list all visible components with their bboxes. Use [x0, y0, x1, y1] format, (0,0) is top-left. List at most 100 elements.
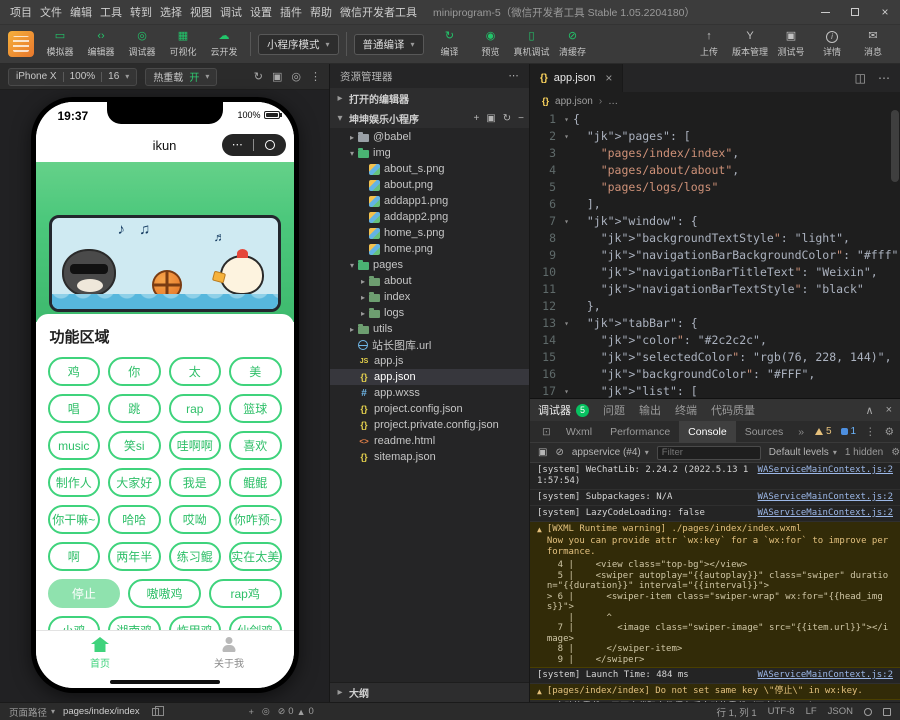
- toolbar-button[interactable]: i详情: [813, 25, 851, 63]
- tab-debugger[interactable]: 调试器 5: [538, 402, 589, 418]
- context-dropdown[interactable]: appservice (#4) ▾: [572, 447, 649, 458]
- app-button[interactable]: 太: [169, 357, 222, 386]
- target-icon[interactable]: ◎: [262, 706, 270, 717]
- menu-item[interactable]: 文件: [36, 4, 66, 20]
- toolbar-button[interactable]: ⊘清缓存: [554, 25, 592, 63]
- menu-item[interactable]: 编辑: [66, 4, 96, 20]
- source-link[interactable]: WAServiceMainContext.js:2: [758, 670, 893, 681]
- menu-item[interactable]: 视图: [186, 4, 216, 20]
- folder-@babel[interactable]: ▸@babel: [330, 129, 529, 145]
- file-readme.html[interactable]: <>readme.html: [330, 433, 529, 449]
- toolbar-button[interactable]: ‹›编辑器: [82, 25, 120, 63]
- app-button[interactable]: 哈哈: [108, 505, 161, 534]
- toolbar-button[interactable]: ↑上传: [690, 25, 728, 63]
- file-project.config.json[interactable]: {}project.config.json: [330, 401, 529, 417]
- log-levels-dropdown[interactable]: Default levels ▾: [769, 447, 837, 458]
- file-app.json[interactable]: {}app.json: [330, 369, 529, 385]
- explorer-more-icon[interactable]: ⋯: [509, 70, 520, 82]
- more-tabs-icon[interactable]: »: [792, 426, 810, 438]
- notifications-icon[interactable]: [864, 708, 872, 716]
- panel-tab[interactable]: 输出: [639, 402, 661, 418]
- project-section[interactable]: ▾ 坤坤娱乐小程序 + ▣ ↻ −: [330, 108, 529, 128]
- console-settings-icon[interactable]: ⚙: [891, 447, 900, 458]
- new-file-icon[interactable]: +: [473, 113, 479, 124]
- split-editor-icon[interactable]: ◫: [855, 71, 866, 85]
- app-button[interactable]: 湖南鸡: [108, 616, 161, 630]
- minimize-button[interactable]: [810, 0, 840, 24]
- rotate-icon[interactable]: ↻: [254, 70, 263, 83]
- inspect-icon[interactable]: ⊡: [536, 426, 557, 438]
- statusbar-item[interactable]: 行 1, 列 1: [717, 705, 757, 719]
- folder-utils[interactable]: ▸utils: [330, 321, 529, 337]
- user-avatar[interactable]: [8, 31, 34, 57]
- folder-pages[interactable]: ▾pages: [330, 257, 529, 273]
- panel-tab[interactable]: 问题: [603, 402, 625, 418]
- collapse-folders-icon[interactable]: −: [518, 113, 524, 124]
- more-options-icon[interactable]: ⋮: [310, 70, 321, 83]
- file-home.png[interactable]: home.png: [330, 241, 529, 257]
- copy-path-icon[interactable]: [152, 708, 159, 716]
- tabbar-item[interactable]: 关于我: [165, 631, 294, 676]
- breadcrumb[interactable]: {} app.json › …: [530, 92, 900, 110]
- app-button[interactable]: 你干嘛~: [48, 505, 101, 534]
- app-button[interactable]: 啊: [48, 542, 101, 571]
- devtools-tab-wxml[interactable]: Wxml: [557, 421, 601, 443]
- toolbar-button[interactable]: ▭模拟器: [41, 25, 79, 63]
- source-link[interactable]: WAServiceMainContext.js:2: [758, 465, 893, 476]
- toolbar-button[interactable]: Y版本管理: [731, 25, 769, 63]
- file-about_s.png[interactable]: about_s.png: [330, 161, 529, 177]
- app-button[interactable]: rap: [169, 394, 222, 423]
- folder-logs[interactable]: ▸logs: [330, 305, 529, 321]
- compile-mode-dropdown[interactable]: 普通编译 ▾: [354, 34, 424, 55]
- panel-tab[interactable]: 终端: [675, 402, 697, 418]
- devtools-tab-performance[interactable]: Performance: [601, 421, 679, 443]
- file-app.js[interactable]: JSapp.js: [330, 353, 529, 369]
- file-app.wxss[interactable]: #app.wxss: [330, 385, 529, 401]
- settings-gear-icon[interactable]: ⚙: [885, 426, 894, 438]
- kebab-menu-icon[interactable]: ⋮: [865, 426, 876, 438]
- more-icon[interactable]: ⋯: [222, 140, 254, 150]
- menu-item[interactable]: 帮助: [306, 4, 336, 20]
- menu-item[interactable]: 项目: [6, 4, 36, 20]
- app-button[interactable]: 停止: [48, 579, 121, 608]
- app-button[interactable]: 炸甲鸡: [169, 616, 222, 630]
- app-button[interactable]: 美: [229, 357, 282, 386]
- statusbar-item[interactable]: UTF-8: [768, 706, 795, 717]
- outline-section[interactable]: ▸ 大纲: [330, 682, 529, 702]
- console-sidebar-icon[interactable]: ▣: [538, 447, 547, 458]
- app-button[interactable]: 喜欢: [229, 431, 282, 460]
- statusbar-item[interactable]: LF: [806, 706, 817, 717]
- open-editors-section[interactable]: ▸ 打开的编辑器: [330, 88, 529, 108]
- clear-console-icon[interactable]: ⊘: [555, 447, 563, 458]
- folder-img[interactable]: ▾img: [330, 145, 529, 161]
- screenshot-icon[interactable]: ▣: [272, 70, 282, 83]
- toolbar-button[interactable]: ◎调试器: [123, 25, 161, 63]
- toolbar-button[interactable]: ▯真机调试: [513, 25, 551, 63]
- menu-item[interactable]: 工具: [96, 4, 126, 20]
- hot-reload-toggle[interactable]: 热重载 开 ▾: [145, 68, 217, 86]
- app-button[interactable]: 哎呦: [169, 505, 222, 534]
- location-icon[interactable]: ◎: [291, 70, 301, 83]
- app-button[interactable]: 笑si: [108, 431, 161, 460]
- app-button[interactable]: 跳: [108, 394, 161, 423]
- toolbar-button[interactable]: ▣测试号: [772, 25, 810, 63]
- maximize-button[interactable]: [840, 0, 870, 24]
- app-button[interactable]: music: [48, 431, 101, 460]
- layout-icon[interactable]: [883, 708, 891, 716]
- exit-icon[interactable]: [254, 140, 286, 150]
- statusbar-item[interactable]: JSON: [828, 706, 853, 717]
- source-link[interactable]: WAServiceMainContext.js:2: [758, 492, 893, 503]
- app-button[interactable]: 小鸡: [48, 616, 101, 630]
- new-folder-icon[interactable]: ▣: [486, 113, 495, 124]
- menu-item[interactable]: 微信开发者工具: [336, 4, 421, 20]
- problem-counts[interactable]: ⊘ 0 ▲ 0: [278, 706, 314, 717]
- toolbar-button[interactable]: ✉消息: [854, 25, 892, 63]
- console-output[interactable]: [system] WeChatLib: 2.24.2 (2022.5.13 11…: [530, 463, 900, 702]
- warning-count[interactable]: 5: [815, 426, 832, 437]
- app-button[interactable]: rap鸡: [209, 579, 282, 608]
- message-count[interactable]: 1: [841, 426, 857, 437]
- file-addapp1.png[interactable]: addapp1.png: [330, 193, 529, 209]
- capsule-menu[interactable]: ⋯: [222, 134, 286, 156]
- app-button[interactable]: 唱: [48, 394, 101, 423]
- app-button[interactable]: 篮球: [229, 394, 282, 423]
